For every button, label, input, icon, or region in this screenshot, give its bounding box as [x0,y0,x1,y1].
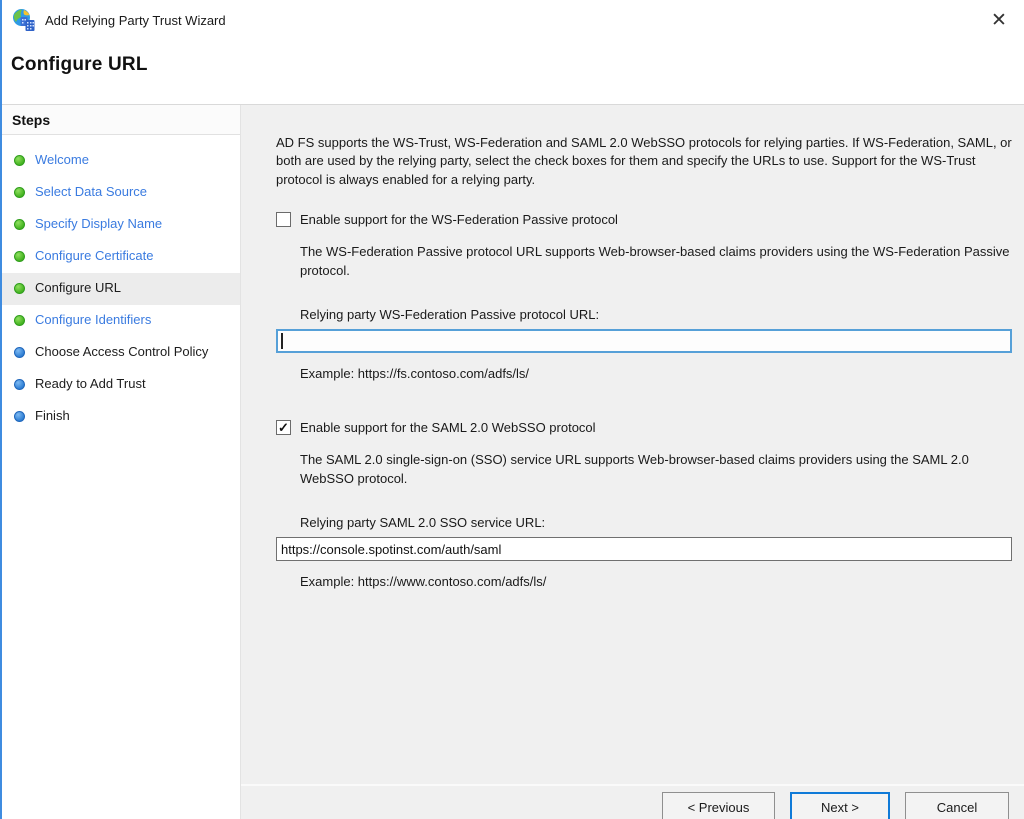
step-pending-dot-icon [14,411,25,422]
wsfed-enable-checkbox-row[interactable]: Enable support for the WS-Federation Pas… [276,211,1012,228]
next-button[interactable]: Next > [790,792,890,819]
sidebar-item-configure-url[interactable]: Configure URL [2,273,240,305]
intro-text: AD FS supports the WS-Trust, WS-Federati… [276,134,1012,189]
wsfed-url-input[interactable] [276,329,1012,353]
cancel-button[interactable]: Cancel [905,792,1009,819]
heading-area: Configure URL [2,40,1024,104]
step-completed-dot-icon [14,187,25,198]
sidebar-item-configure-identifiers[interactable]: Configure Identifiers [2,305,240,337]
step-completed-dot-icon [14,251,25,262]
steps-list: Welcome Select Data Source Specify Displ… [2,135,240,433]
sidebar-item-configure-certificate[interactable]: Configure Certificate [2,241,240,273]
step-label: Configure Certificate [35,248,164,264]
previous-button[interactable]: < Previous [662,792,775,819]
step-completed-dot-icon [14,219,25,230]
title-bar: Add Relying Party Trust Wizard ✕ [2,0,1024,40]
sidebar-item-welcome[interactable]: Welcome [2,145,240,177]
saml-enable-checkbox-row[interactable]: ✓ Enable support for the SAML 2.0 WebSSO… [276,419,1012,436]
step-label: Finish [35,408,80,424]
wsfed-checkbox-unchecked-icon[interactable] [276,212,291,227]
saml-checkbox-checked-icon[interactable]: ✓ [276,420,291,435]
steps-sidebar: Steps Welcome Select Data Source Specify… [2,105,241,819]
step-label: Select Data Source [35,184,157,200]
close-icon[interactable]: ✕ [986,7,1012,33]
wsfed-url-label: Relying party WS-Federation Passive prot… [300,307,1012,322]
sidebar-item-ready-to-add-trust[interactable]: Ready to Add Trust [2,369,240,401]
sidebar-item-finish[interactable]: Finish [2,401,240,433]
wsfed-description: The WS-Federation Passive protocol URL s… [300,243,1012,280]
window-title: Add Relying Party Trust Wizard [45,13,226,28]
step-completed-dot-icon [14,315,25,326]
saml-description: The SAML 2.0 single-sign-on (SSO) servic… [300,451,1012,488]
wsfed-checkbox-label: Enable support for the WS-Federation Pas… [300,211,618,228]
step-label: Configure URL [35,280,131,296]
page-title: Configure URL [11,54,1024,76]
steps-header: Steps [2,105,240,135]
sidebar-item-choose-access-control-policy[interactable]: Choose Access Control Policy [2,337,240,369]
sidebar-item-select-data-source[interactable]: Select Data Source [2,177,240,209]
saml-url-label: Relying party SAML 2.0 SSO service URL: [300,515,1012,530]
step-pending-dot-icon [14,347,25,358]
wizard-footer: < Previous Next > Cancel [241,784,1024,819]
step-pending-dot-icon [14,379,25,390]
wizard-content: AD FS supports the WS-Trust, WS-Federati… [241,105,1024,784]
saml-checkbox-label: Enable support for the SAML 2.0 WebSSO p… [300,419,596,436]
saml-url-input[interactable] [276,537,1012,561]
adfs-app-icon [12,8,36,32]
step-label: Choose Access Control Policy [35,344,218,360]
wizard-window: Add Relying Party Trust Wizard ✕ Configu… [0,0,1024,819]
step-label: Configure Identifiers [35,312,161,328]
step-label: Ready to Add Trust [35,376,156,392]
step-completed-dot-icon [14,283,25,294]
sidebar-item-specify-display-name[interactable]: Specify Display Name [2,209,240,241]
wsfed-example-text: Example: https://fs.contoso.com/adfs/ls/ [300,366,1012,381]
step-label: Specify Display Name [35,216,172,232]
text-cursor [281,333,283,349]
step-label: Welcome [35,152,99,168]
step-completed-dot-icon [14,155,25,166]
saml-example-text: Example: https://www.contoso.com/adfs/ls… [300,574,1012,589]
